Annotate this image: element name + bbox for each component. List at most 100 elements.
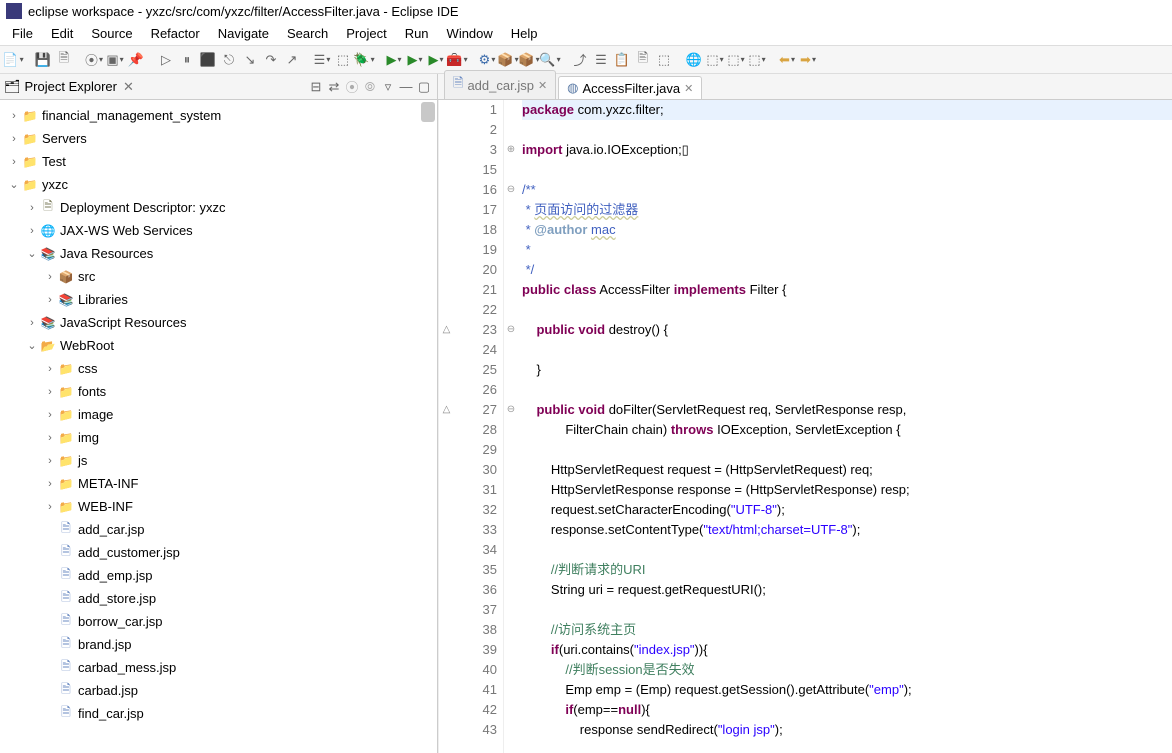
tree-item[interactable]: ›📁Test	[0, 150, 437, 173]
step-return-button[interactable]: ↗	[283, 51, 301, 69]
tree-item[interactable]: ›🌐JAX-WS Web Services	[0, 219, 437, 242]
new-class-button[interactable]: 📦	[520, 51, 538, 69]
menu-window[interactable]: Window	[439, 22, 501, 45]
step-into-button[interactable]: ↘	[241, 51, 259, 69]
expand-toggle[interactable]: ⌄	[24, 247, 40, 260]
search-button[interactable]: 🔍	[541, 51, 559, 69]
tree-item[interactable]: ›📁image	[0, 403, 437, 426]
new-button[interactable]: 📄	[4, 51, 22, 69]
tree-item[interactable]: ›📁WEB-INF	[0, 495, 437, 518]
menu-help[interactable]: Help	[503, 22, 546, 45]
run-button[interactable]: ▶	[385, 51, 403, 69]
tree-item[interactable]: ⌄📁yxzc	[0, 173, 437, 196]
back-button[interactable]: ⬅	[778, 51, 796, 69]
scrollbar-thumb[interactable]	[421, 102, 435, 122]
tree-item[interactable]: ›🗎Deployment Descriptor: yxzc	[0, 196, 437, 219]
code-content[interactable]: package com.yxzc.filter; import java.io.…	[518, 100, 1172, 753]
terminate-button[interactable]: ⬛	[199, 51, 217, 69]
tree-item[interactable]: 🗎add_customer.jsp	[0, 541, 437, 564]
maximize-button[interactable]: ▢	[415, 78, 433, 96]
disconnect-button[interactable]: ⎋	[220, 51, 238, 69]
outline-button[interactable]: ⬚	[655, 51, 673, 69]
project-tree[interactable]: ›📁financial_management_system›📁Servers›📁…	[0, 100, 437, 753]
close-icon[interactable]: ✕	[684, 82, 693, 95]
tree-item[interactable]: 🗎borrow_car.jsp	[0, 610, 437, 633]
expand-toggle[interactable]: ⌄	[6, 178, 22, 191]
editor-tab[interactable]: 🗎add_car.jsp✕	[444, 70, 556, 99]
expand-toggle[interactable]: ›	[42, 294, 58, 306]
tree-item[interactable]: ›📁js	[0, 449, 437, 472]
coverage-button[interactable]: ▶	[406, 51, 424, 69]
breakpoint-button[interactable]: ⦿	[85, 51, 103, 69]
view-button[interactable]: ⬚	[748, 51, 766, 69]
tree-item[interactable]: ⌄📂WebRoot	[0, 334, 437, 357]
tree-item[interactable]: ›📚JavaScript Resources	[0, 311, 437, 334]
run-last-button[interactable]: ▶	[427, 51, 445, 69]
forward-button[interactable]: ➡	[799, 51, 817, 69]
expand-toggle[interactable]: ›	[42, 455, 58, 467]
expand-toggle[interactable]: ›	[24, 202, 40, 214]
menu-refactor[interactable]: Refactor	[143, 22, 208, 45]
new-java-button[interactable]: 📦	[499, 51, 517, 69]
build-button[interactable]: ☰	[313, 51, 331, 69]
tree-item[interactable]: 🗎add_car.jsp	[0, 518, 437, 541]
step-over-button[interactable]: ↷	[262, 51, 280, 69]
tree-item[interactable]: 🗎brand.jsp	[0, 633, 437, 656]
tree-item[interactable]: ›📁fonts	[0, 380, 437, 403]
expand-toggle[interactable]: ›	[6, 110, 22, 122]
task-list-button[interactable]: ☰	[592, 51, 610, 69]
skip-all-button[interactable]: ▣	[106, 51, 124, 69]
suspend-button[interactable]: ⏸	[178, 51, 196, 69]
external-tools-button[interactable]: 🧰	[448, 51, 466, 69]
editor-tab[interactable]: ◍AccessFilter.java✕	[558, 76, 702, 99]
tree-item[interactable]: 🗎add_store.jsp	[0, 587, 437, 610]
menu-search[interactable]: Search	[279, 22, 336, 45]
expand-toggle[interactable]: ›	[42, 409, 58, 421]
tree-item[interactable]: ›📁financial_management_system	[0, 104, 437, 127]
tree-item[interactable]: 🗎carbad_mess.jsp	[0, 656, 437, 679]
menu-run[interactable]: Run	[397, 22, 437, 45]
menu-project[interactable]: Project	[338, 22, 394, 45]
tree-item[interactable]: ›📚Libraries	[0, 288, 437, 311]
collapse-all-button[interactable]: ⊟	[307, 78, 325, 96]
tree-item[interactable]: ›📁Servers	[0, 127, 437, 150]
new-server-button[interactable]: ⚙	[478, 51, 496, 69]
tree-item[interactable]: 🗎find_car.jsp	[0, 702, 437, 725]
expand-toggle[interactable]: ›	[42, 363, 58, 375]
close-icon[interactable]: ✕	[538, 79, 547, 92]
expand-toggle[interactable]: ›	[42, 478, 58, 490]
save-all-button[interactable]: 🗎	[55, 51, 73, 69]
view-menu-button[interactable]: ▿	[379, 78, 397, 96]
menu-source[interactable]: Source	[83, 22, 140, 45]
save-button[interactable]: 💾	[34, 51, 52, 69]
menu-file[interactable]: File	[4, 22, 41, 45]
resume-button[interactable]: ▷	[157, 51, 175, 69]
expand-toggle[interactable]: ›	[6, 133, 22, 145]
minimize-button[interactable]: —	[397, 78, 415, 96]
tree-item[interactable]: ›📁css	[0, 357, 437, 380]
expand-toggle[interactable]: ›	[42, 432, 58, 444]
expand-toggle[interactable]: ›	[42, 271, 58, 283]
pin-button[interactable]: 📌	[127, 51, 145, 69]
expand-toggle[interactable]: ›	[42, 501, 58, 513]
tree-item[interactable]: ›📁img	[0, 426, 437, 449]
tree-item[interactable]: ›📁META-INF	[0, 472, 437, 495]
menu-edit[interactable]: Edit	[43, 22, 81, 45]
open-task-button[interactable]: ⤴	[571, 51, 589, 69]
fold-gutter[interactable]: ⊕⊖⊖⊖	[504, 100, 518, 753]
tree-item[interactable]: 🗎add_emp.jsp	[0, 564, 437, 587]
expand-toggle[interactable]: ›	[24, 225, 40, 237]
tree-item[interactable]: ⌄📚Java Resources	[0, 242, 437, 265]
deploy-button[interactable]: ⬚	[706, 51, 724, 69]
expand-toggle[interactable]: ›	[42, 386, 58, 398]
link-button[interactable]: 🖹	[634, 51, 652, 69]
menu-navigate[interactable]: Navigate	[210, 22, 277, 45]
code-editor[interactable]: △△ 1231516171819202122232425262728293031…	[438, 100, 1172, 753]
filter-button[interactable]: ⦿	[343, 78, 361, 96]
close-icon[interactable]: ✕	[123, 79, 134, 95]
new-task-button[interactable]: 📋	[613, 51, 631, 69]
toggle-button[interactable]: ⬚	[334, 51, 352, 69]
focus-button[interactable]: ⦾	[361, 78, 379, 96]
tree-item[interactable]: 🗎carbad.jsp	[0, 679, 437, 702]
expand-toggle[interactable]: ›	[24, 317, 40, 329]
